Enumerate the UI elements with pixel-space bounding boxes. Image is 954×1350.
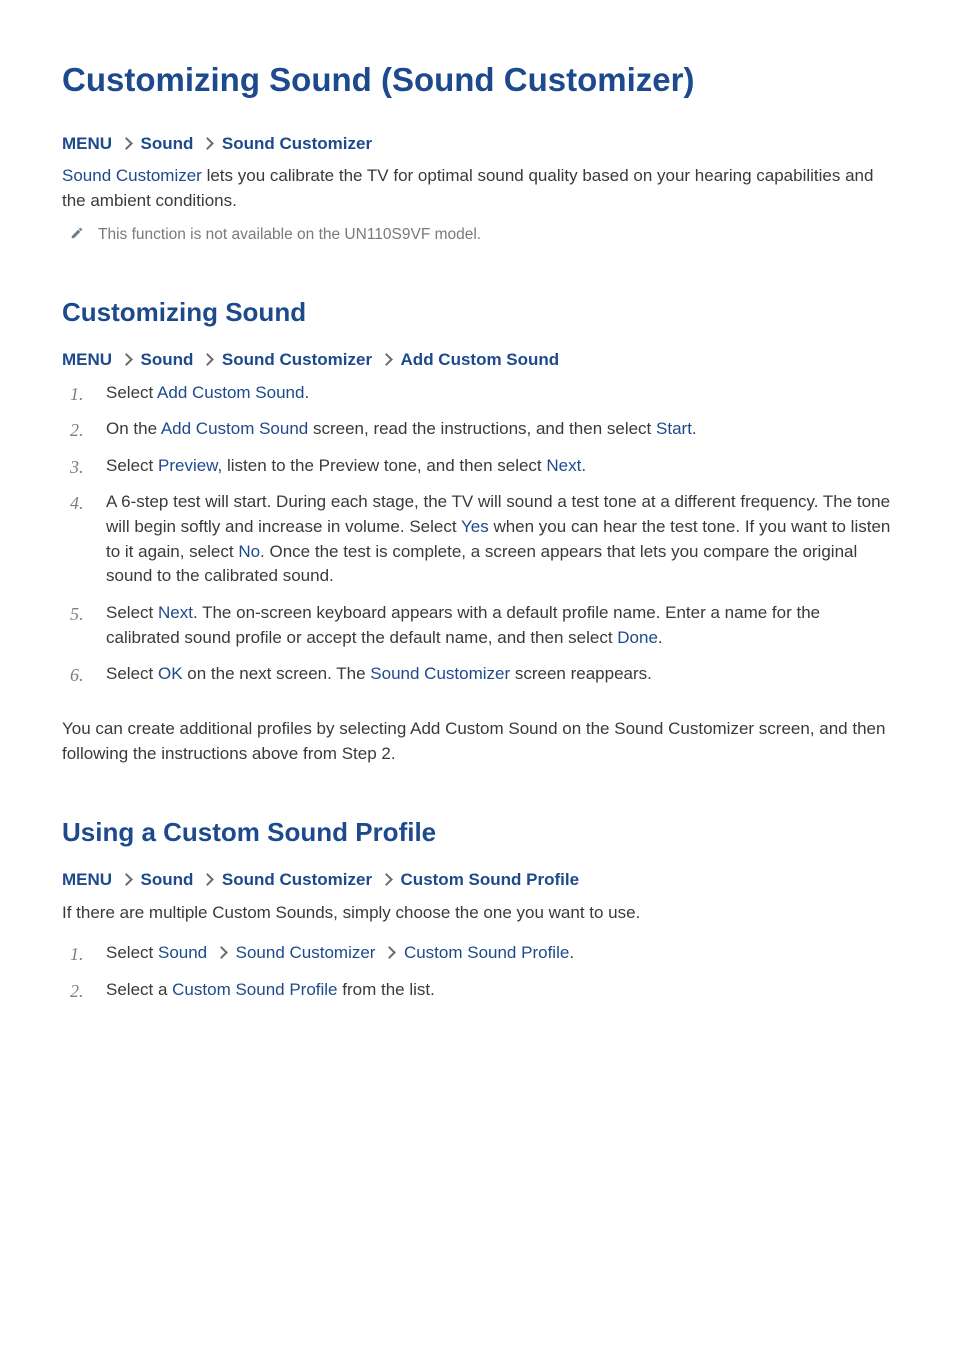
step-text: on the next screen. The — [183, 664, 371, 683]
step-item: Select Preview, listen to the Preview to… — [70, 454, 892, 491]
breadcrumb-item: MENU — [62, 350, 112, 369]
step-text: Select a — [106, 980, 172, 999]
step-text: . — [304, 383, 309, 402]
ui-term: Sound Customizer — [370, 664, 510, 683]
note-text: This function is not available on the UN… — [98, 224, 481, 246]
ui-term: Next — [546, 456, 581, 475]
step-text: , listen to the Preview tone, and then s… — [218, 456, 547, 475]
breadcrumb-item: MENU — [62, 134, 112, 153]
ui-term: OK — [158, 664, 183, 683]
step-item: Select a Custom Sound Profile from the l… — [70, 978, 892, 1015]
ui-term: No — [238, 542, 260, 561]
breadcrumb-item: Add Custom Sound — [401, 350, 560, 369]
chevron-right-icon — [215, 946, 228, 959]
breadcrumb-item: Sound — [141, 870, 194, 889]
step-text: Select — [106, 383, 157, 402]
step-text: . — [569, 943, 574, 962]
step-text: On the — [106, 419, 161, 438]
ui-term: Sound Customizer — [236, 943, 376, 962]
trailing-paragraph: You can create additional profiles by se… — [62, 717, 892, 766]
ui-term: Add Custom Sound — [161, 419, 308, 438]
step-text: . — [581, 456, 586, 475]
step-item: Select Add Custom Sound. — [70, 381, 892, 418]
step-item: Select Sound Sound Customizer Custom Sou… — [70, 941, 892, 978]
chevron-right-icon — [120, 353, 133, 366]
ui-term: Sound Customizer — [62, 166, 202, 185]
ui-term: Custom Sound Profile — [172, 980, 337, 999]
step-text: Select — [106, 456, 158, 475]
breadcrumb-item: Sound — [141, 350, 194, 369]
breadcrumb-item: Sound — [141, 134, 194, 153]
section-title-customizing: Customizing Sound — [62, 294, 892, 332]
step-item: Select Next. The on-screen keyboard appe… — [70, 601, 892, 662]
step-text: Select — [106, 943, 158, 962]
step-item: Select OK on the next screen. The Sound … — [70, 662, 892, 699]
breadcrumb-use: MENU Sound Sound Customizer Custom Sound… — [62, 868, 892, 893]
page-title: Customizing Sound (Sound Customizer) — [62, 56, 892, 104]
breadcrumb-custom: MENU Sound Sound Customizer Add Custom S… — [62, 348, 892, 373]
breadcrumb-item: Sound Customizer — [222, 870, 372, 889]
use-lead: If there are multiple Custom Sounds, sim… — [62, 901, 892, 926]
intro-lead: Sound Customizer lets you calibrate the … — [62, 164, 892, 213]
step-text: from the list. — [338, 980, 435, 999]
breadcrumb-item: MENU — [62, 870, 112, 889]
ui-term: Next — [158, 603, 193, 622]
note-row: This function is not available on the UN… — [70, 224, 892, 246]
chevron-right-icon — [120, 873, 133, 886]
breadcrumb-intro: MENU Sound Sound Customizer — [62, 132, 892, 157]
ui-term: Add Custom Sound — [157, 383, 304, 402]
chevron-right-icon — [120, 137, 133, 150]
ui-term: Start — [656, 419, 692, 438]
chevron-right-icon — [380, 353, 393, 366]
step-item: On the Add Custom Sound screen, read the… — [70, 417, 892, 454]
chevron-right-icon — [201, 873, 214, 886]
chevron-right-icon — [380, 873, 393, 886]
step-text: Select — [106, 664, 158, 683]
step-text: screen, read the instructions, and then … — [308, 419, 656, 438]
step-text: . — [692, 419, 697, 438]
pencil-icon — [70, 226, 84, 240]
ui-term: Done — [617, 628, 658, 647]
steps-custom: Select Add Custom Sound. On the Add Cust… — [62, 381, 892, 699]
ui-term: Yes — [461, 517, 489, 536]
chevron-right-icon — [201, 137, 214, 150]
steps-use: Select Sound Sound Customizer Custom Sou… — [62, 941, 892, 1014]
breadcrumb-item: Sound Customizer — [222, 350, 372, 369]
breadcrumb-item: Sound Customizer — [222, 134, 372, 153]
breadcrumb-item: Custom Sound Profile — [401, 870, 580, 889]
step-item: A 6-step test will start. During each st… — [70, 490, 892, 601]
step-text: . The on-screen keyboard appears with a … — [106, 603, 820, 647]
ui-term: Sound — [158, 943, 207, 962]
step-text: Select — [106, 603, 158, 622]
chevron-right-icon — [383, 946, 396, 959]
step-text: . — [658, 628, 663, 647]
chevron-right-icon — [201, 353, 214, 366]
ui-term: Custom Sound Profile — [404, 943, 569, 962]
ui-term: Preview — [158, 456, 218, 475]
step-text: screen reappears. — [510, 664, 652, 683]
section-title-using: Using a Custom Sound Profile — [62, 814, 892, 852]
